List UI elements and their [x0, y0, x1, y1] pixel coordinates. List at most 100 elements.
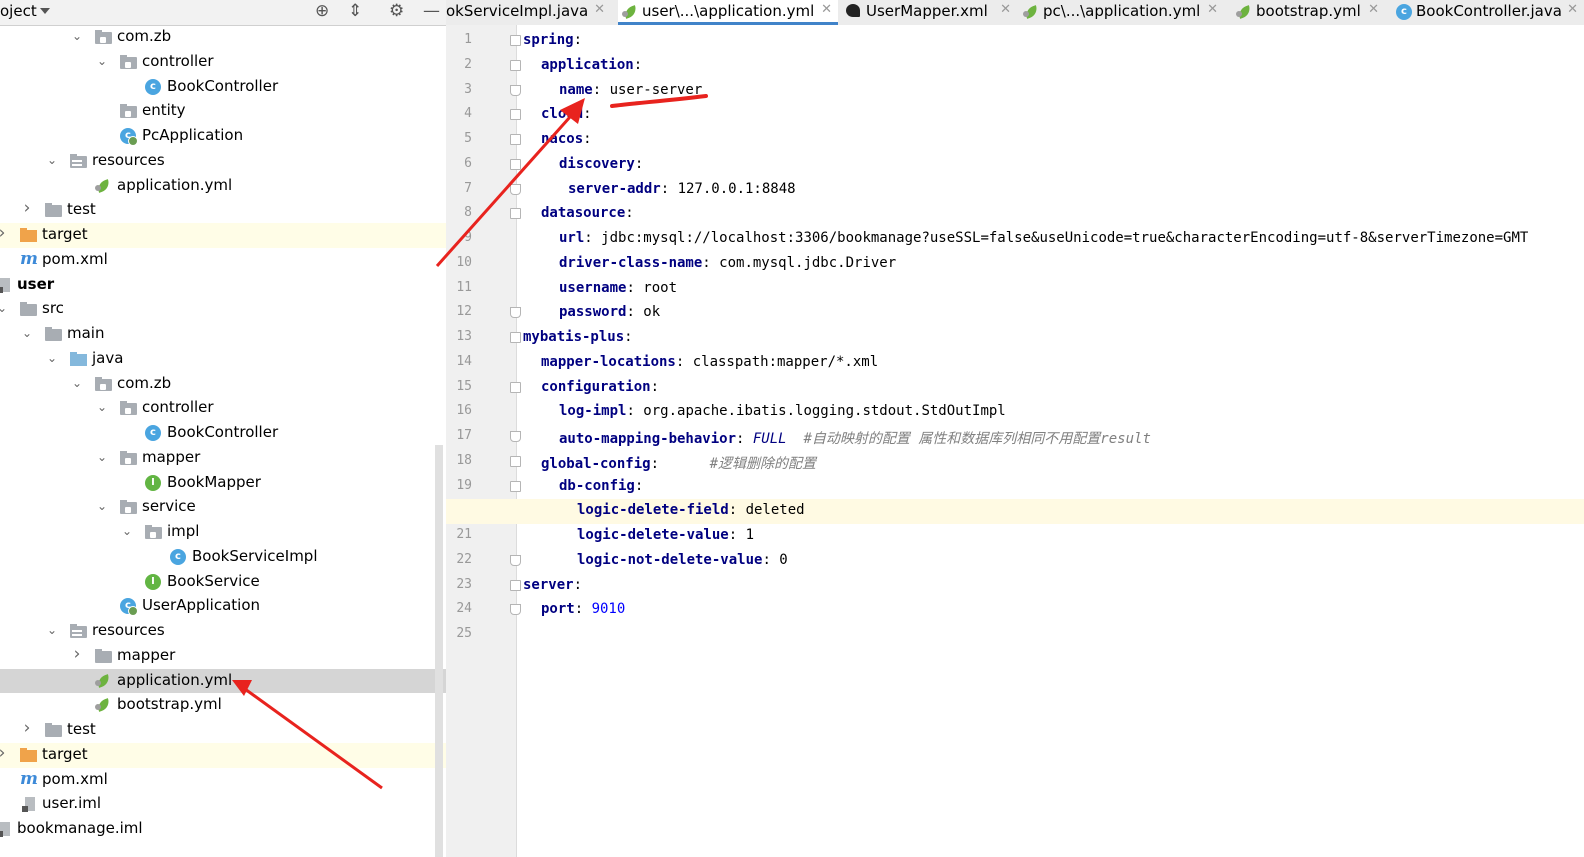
tree-row-test[interactable]: › test: [0, 198, 446, 223]
tree-row-java[interactable]: ⌄ java: [0, 347, 446, 372]
fold-marker-icon[interactable]: [510, 35, 521, 46]
editor-tab-okserviceimpl-java[interactable]: okServiceImpl.java ✕: [446, 0, 611, 25]
fold-marker-icon[interactable]: [510, 158, 521, 170]
close-icon[interactable]: ✕: [1567, 2, 1578, 17]
tree-row-bookserviceimpl[interactable]: c BookServiceImpl: [0, 545, 446, 570]
chevron-down-icon[interactable]: [40, 8, 50, 14]
tab-label: UserMapper.xml: [866, 2, 988, 20]
editor-tab-bar: okServiceImpl.java ✕ user\...\application.…: [446, 0, 1584, 26]
chevron-down-icon[interactable]: ⌄: [0, 301, 9, 315]
tree-row-com-zb[interactable]: ⌄ com.zb: [0, 25, 446, 50]
chevron-down-icon[interactable]: ⌄: [20, 326, 34, 340]
editor-tab-bootstrap-yml[interactable]: bootstrap.yml ✕: [1232, 0, 1385, 25]
chevron-down-icon[interactable]: ⌄: [45, 623, 59, 637]
close-icon[interactable]: ✕: [594, 2, 605, 17]
fold-marker-icon[interactable]: [510, 381, 521, 393]
project-view-selector[interactable]: oject: [0, 2, 37, 20]
fold-marker-icon[interactable]: [510, 109, 521, 121]
code-editor[interactable]: 1234567891011121314151617181920212223242…: [446, 25, 1584, 857]
tree-row-resources[interactable]: ⌄ resources: [0, 619, 446, 644]
chevron-down-icon[interactable]: ⌄: [95, 499, 109, 513]
tree-row-bookservice[interactable]: I BookService: [0, 570, 446, 595]
editor-tab-pc-application-yml[interactable]: pc\...\application.yml ✕: [1019, 0, 1224, 25]
fold-marker-icon[interactable]: [510, 480, 521, 492]
locate-icon[interactable]: ⊕: [315, 1, 329, 21]
tree-row-src[interactable]: ⌄ src: [0, 297, 446, 322]
chevron-right-icon[interactable]: ›: [0, 223, 9, 243]
tree-row-entity[interactable]: entity: [0, 99, 446, 124]
chevron-down-icon[interactable]: ⌄: [95, 450, 109, 464]
tree-row-main[interactable]: ⌄ main: [0, 322, 446, 347]
excluded-folder-icon: [20, 228, 37, 242]
chevron-down-icon[interactable]: ⌄: [70, 376, 84, 390]
fold-end-marker-icon[interactable]: [510, 554, 521, 566]
code-line: mapper-locations: classpath:mapper/*.xml: [541, 354, 878, 370]
chevron-down-icon[interactable]: ⌄: [120, 524, 134, 538]
tree-item-label: application.yml: [117, 670, 233, 689]
chevron-right-icon[interactable]: ›: [20, 718, 34, 738]
tree-row-pom-xml[interactable]: m pom.xml: [0, 248, 446, 273]
tree-row-bootstrap-yml[interactable]: bootstrap.yml: [0, 693, 446, 718]
fold-end-marker-icon[interactable]: [510, 431, 521, 442]
tree-row-bookmapper[interactable]: I BookMapper: [0, 471, 446, 496]
yaml-separator: :: [626, 279, 644, 296]
line-number: 1: [464, 32, 472, 47]
fold-marker-icon[interactable]: [510, 332, 521, 343]
tree-row-user-iml[interactable]: user.iml: [0, 792, 446, 817]
tree-row-bookcontroller[interactable]: c BookController: [0, 75, 446, 100]
editor-tab-usermapper-xml[interactable]: UserMapper.xml ✕: [842, 0, 1017, 25]
tree-row-mapper[interactable]: › mapper: [0, 644, 446, 669]
fold-marker-icon[interactable]: [510, 579, 521, 591]
fold-marker-icon[interactable]: [510, 208, 521, 220]
yaml-separator: :: [625, 205, 634, 222]
chevron-right-icon[interactable]: ›: [0, 743, 9, 763]
close-icon[interactable]: ✕: [821, 2, 832, 17]
fold-end-marker-icon[interactable]: [510, 307, 521, 319]
tree-row-pom-xml[interactable]: m pom.xml: [0, 768, 446, 793]
close-icon[interactable]: ✕: [1207, 2, 1218, 17]
chevron-down-icon[interactable]: ⌄: [45, 351, 59, 365]
fold-end-marker-icon[interactable]: [510, 84, 521, 96]
chevron-right-icon[interactable]: ›: [20, 198, 34, 218]
chevron-down-icon[interactable]: ⌄: [95, 400, 109, 414]
tree-row-impl[interactable]: ⌄ impl: [0, 520, 446, 545]
fold-marker-icon[interactable]: [510, 455, 521, 467]
collapse-all-icon[interactable]: ⇕: [348, 1, 362, 21]
tree-row-application-yml[interactable]: application.yml: [0, 174, 446, 199]
project-tree-scrollbar[interactable]: [435, 445, 443, 857]
fold-marker-icon[interactable]: [510, 134, 521, 145]
tree-row-userapplication[interactable]: c UserApplication: [0, 594, 446, 619]
close-icon[interactable]: ✕: [1000, 2, 1011, 17]
fold-end-marker-icon[interactable]: [510, 183, 521, 195]
tree-row-bookmanage-iml[interactable]: bookmanage.iml: [0, 817, 446, 842]
tree-row-resources[interactable]: ⌄ resources: [0, 149, 446, 174]
hide-panel-icon[interactable]: —: [423, 1, 440, 21]
tree-row-pcapplication[interactable]: c PcApplication: [0, 124, 446, 149]
fold-end-marker-icon[interactable]: [510, 604, 521, 616]
tree-row-service[interactable]: ⌄ service: [0, 495, 446, 520]
tree-item-label: resources: [92, 150, 165, 169]
tree-row-controller[interactable]: ⌄ controller: [0, 50, 446, 75]
tree-row-user[interactable]: user: [0, 273, 446, 298]
yaml-value: FULL: [752, 431, 787, 447]
chevron-down-icon[interactable]: ⌄: [45, 153, 59, 167]
chevron-down-icon[interactable]: ⌄: [95, 54, 109, 68]
editor-tab-bookcontroller-java[interactable]: c BookController.java ✕: [1392, 0, 1584, 25]
tree-row-target[interactable]: › target: [0, 223, 446, 248]
tree-row-mapper[interactable]: ⌄ mapper: [0, 446, 446, 471]
tree-row-test[interactable]: › test: [0, 718, 446, 743]
fold-marker-icon[interactable]: [510, 59, 521, 71]
tree-row-com-zb[interactable]: ⌄ com.zb: [0, 372, 446, 397]
chevron-down-icon[interactable]: ⌄: [70, 29, 84, 43]
close-icon[interactable]: ✕: [1368, 2, 1379, 17]
chevron-right-icon[interactable]: ›: [70, 644, 84, 664]
java-interface-icon: I: [145, 474, 161, 491]
tree-row-controller[interactable]: ⌄ controller: [0, 396, 446, 421]
tree-row-bookcontroller[interactable]: c BookController: [0, 421, 446, 446]
editor-tab-user-application-yml[interactable]: user\...\application.yml ✕: [618, 0, 838, 25]
line-number: 21: [456, 527, 472, 542]
tree-row-target[interactable]: › target: [0, 742, 446, 768]
tree-row-application-yml[interactable]: application.yml: [0, 668, 446, 694]
yaml-separator: :: [573, 576, 583, 593]
gear-icon[interactable]: ⚙: [389, 1, 404, 21]
